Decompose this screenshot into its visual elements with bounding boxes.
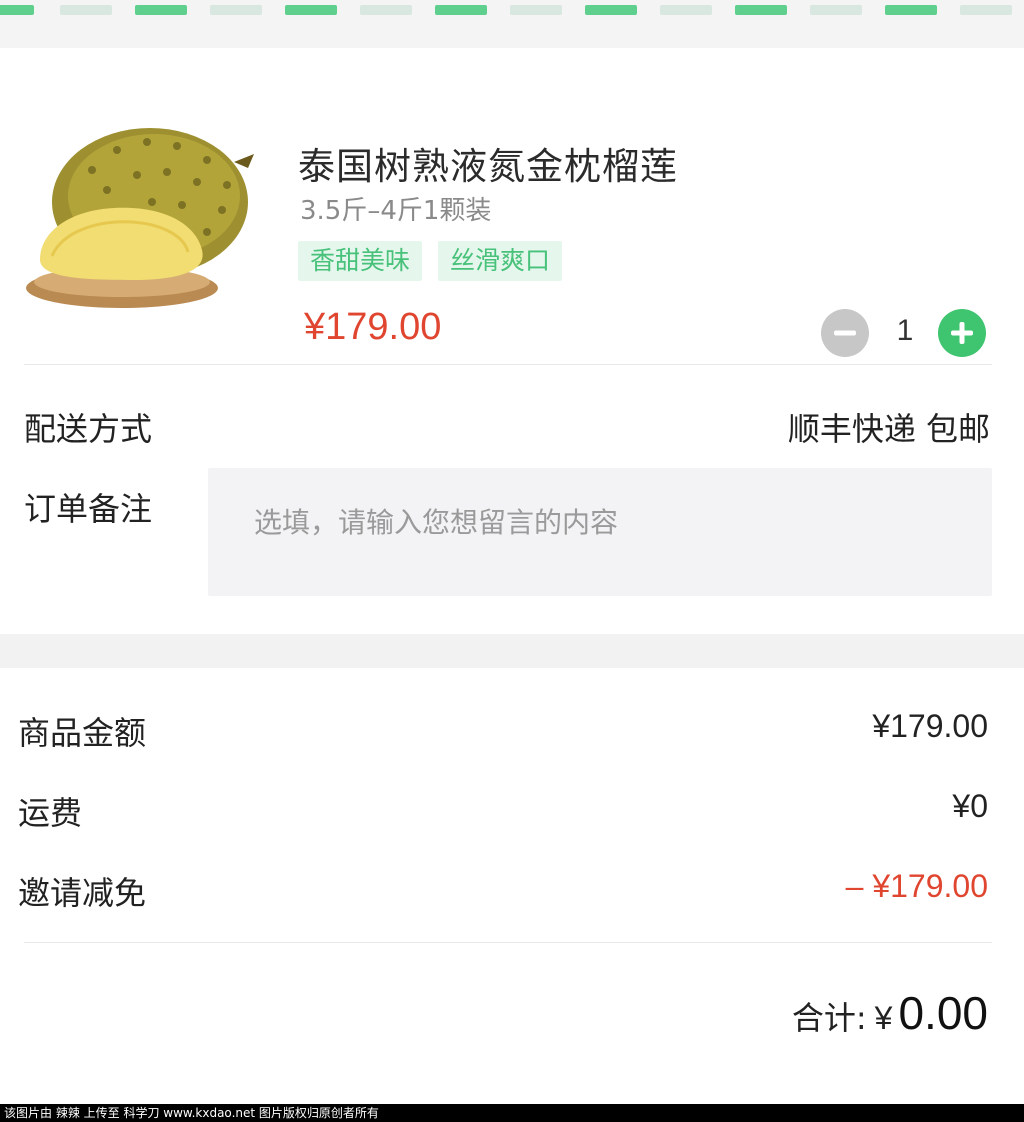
plus-icon xyxy=(951,322,973,344)
tag-smooth: 丝滑爽口 xyxy=(438,241,563,281)
decorative-stripe xyxy=(0,0,1024,48)
product-spec: 3.5斤–4斤1颗装 xyxy=(300,196,492,226)
increase-button[interactable] xyxy=(938,309,986,357)
watermark-text: 该图片由 辣辣 上传至 科学刀 www.kxdao.net 图片版权归原创者所有 xyxy=(0,1104,1024,1122)
goods-amount-label: 商品金额 xyxy=(18,714,147,752)
discount-value: – ¥179.00 xyxy=(845,868,988,904)
durian-image[interactable] xyxy=(22,110,260,360)
delivery-label: 配送方式 xyxy=(24,410,153,448)
minus-icon xyxy=(834,330,856,336)
order-confirm-page: 泰国树熟液氮金枕榴莲 3.5斤–4斤1颗装 香甜美味 丝滑爽口 ¥179.00 … xyxy=(0,0,1024,1122)
order-note-input[interactable] xyxy=(254,498,954,546)
shipping-label: 运费 xyxy=(18,794,83,832)
total-amount: 0.00 xyxy=(898,987,988,1039)
note-label: 订单备注 xyxy=(24,490,153,528)
total-label: 合计: xyxy=(791,999,867,1037)
quantity-stepper: 1 xyxy=(820,308,990,358)
product-tags: 香甜美味 丝滑爽口 xyxy=(298,241,563,281)
shipping-value: ¥0 xyxy=(952,788,988,824)
price-summary: 商品金额 ¥179.00 运费 ¥0 邀请减免 – ¥179.00 合计: ¥ … xyxy=(0,668,1024,1104)
quantity-value: 1 xyxy=(896,314,914,347)
product-price: ¥179.00 xyxy=(304,306,442,348)
total: 合计: ¥ 0.00 xyxy=(792,986,988,1040)
discount-label: 邀请减免 xyxy=(18,874,147,912)
note-box xyxy=(208,468,992,596)
goods-amount-value: ¥179.00 xyxy=(872,708,988,744)
delivery-value: 顺丰快递 包邮 xyxy=(787,410,990,448)
tag-sweet: 香甜美味 xyxy=(298,241,423,281)
divider xyxy=(24,364,992,365)
total-currency: ¥ xyxy=(874,1000,893,1036)
product-card: 泰国树熟液氮金枕榴莲 3.5斤–4斤1颗装 香甜美味 丝滑爽口 ¥179.00 … xyxy=(0,48,1024,634)
product-title: 泰国树熟液氮金枕榴莲 xyxy=(298,145,678,188)
divider xyxy=(24,942,992,943)
decrease-button[interactable] xyxy=(821,309,869,357)
